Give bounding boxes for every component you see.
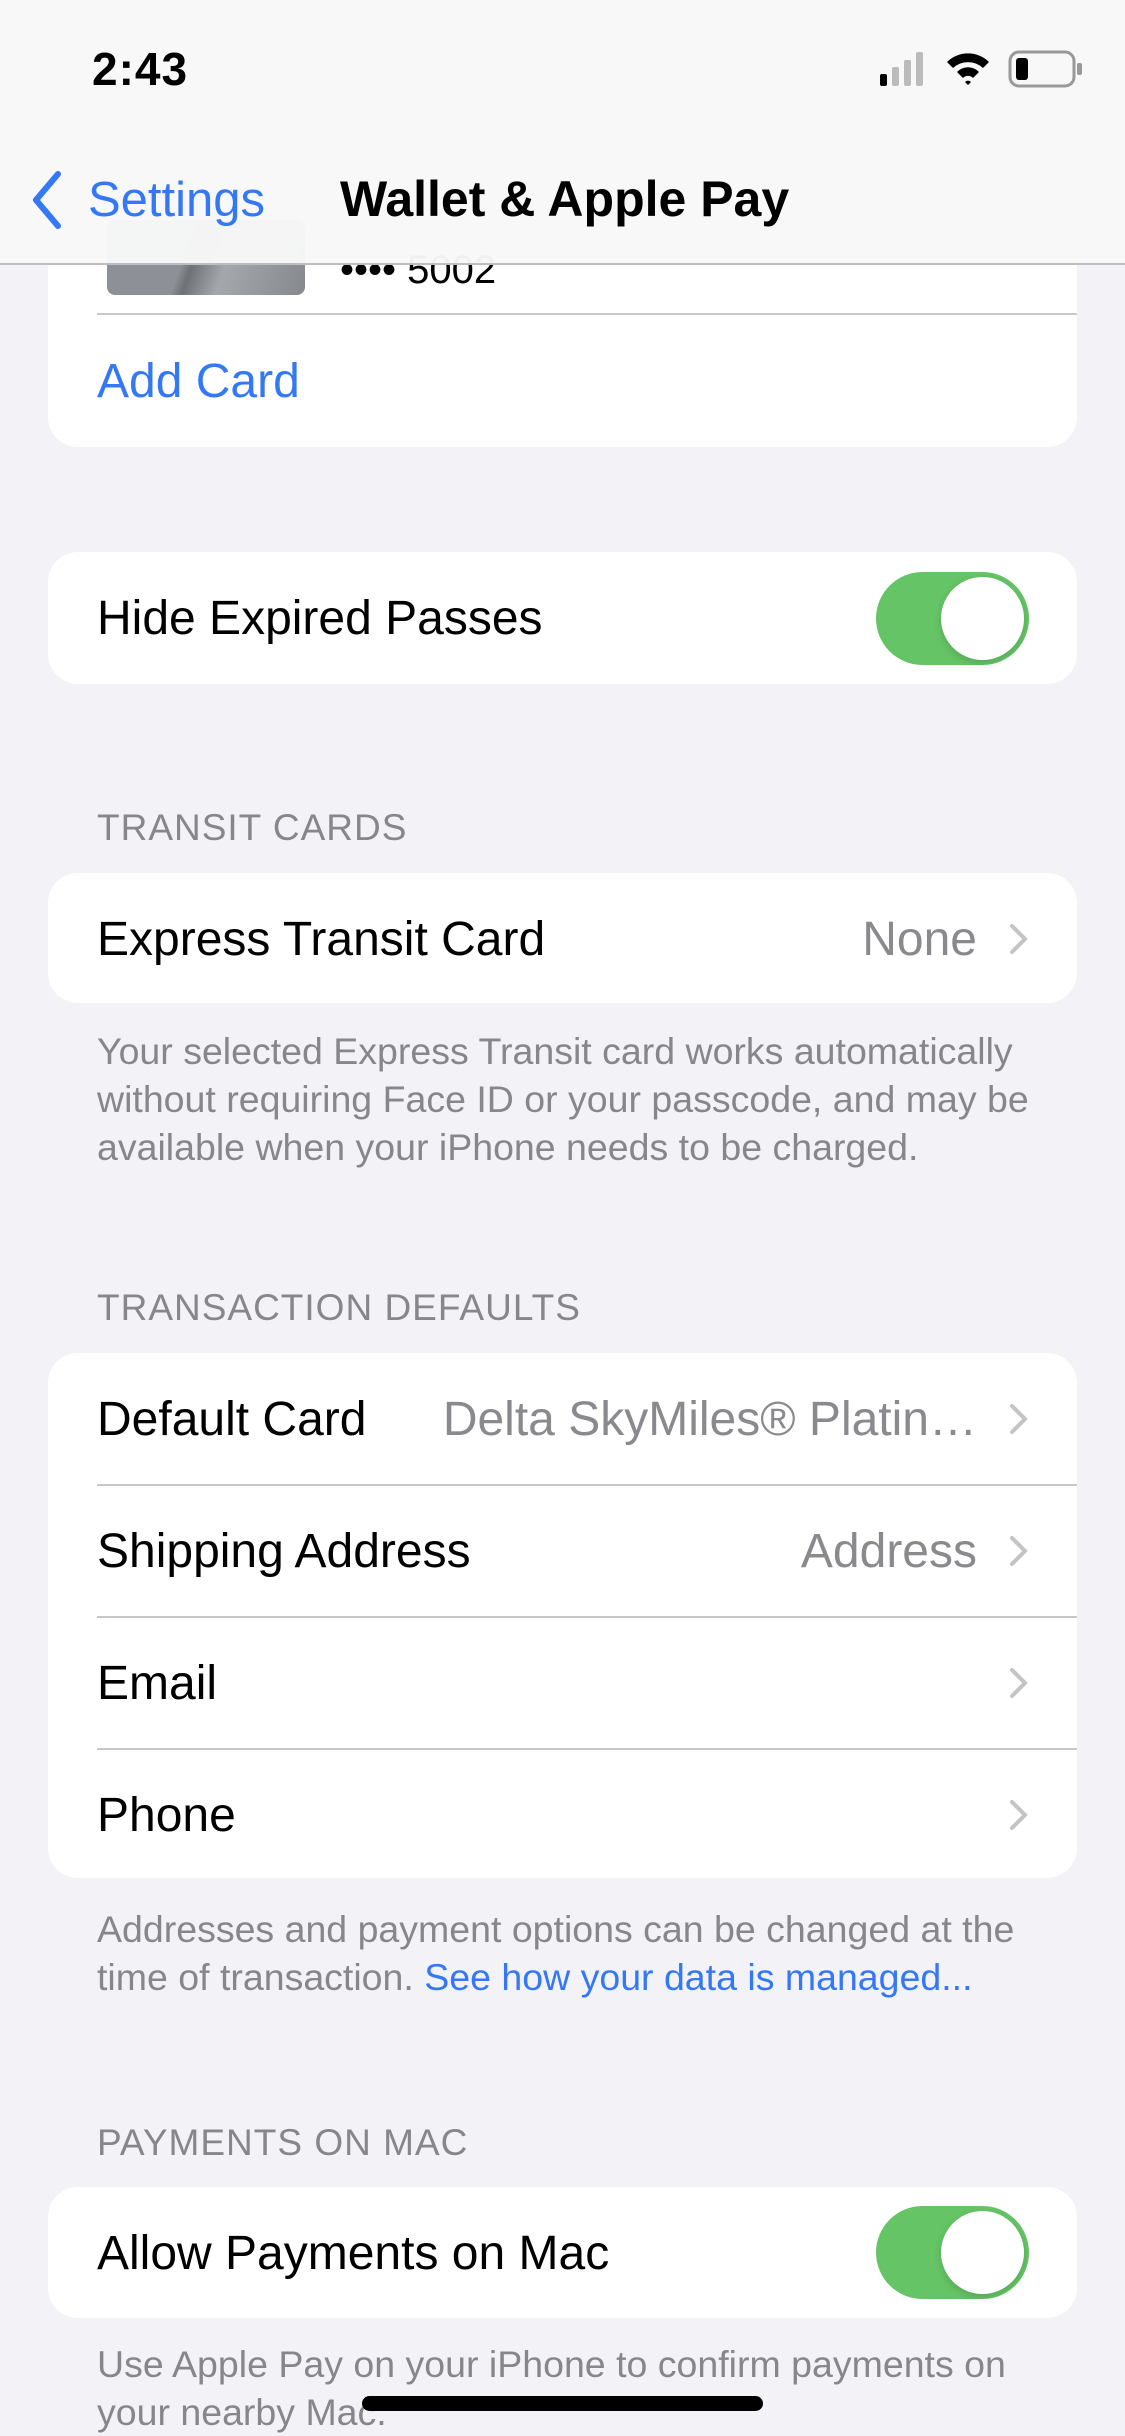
express-transit-row[interactable]: Express Transit Card None <box>48 873 1077 1003</box>
row-label: Default Card <box>97 1392 367 1446</box>
toggle-knob <box>941 577 1024 660</box>
battery-icon <box>1008 50 1082 88</box>
transaction-footer: Addresses and payment options can be cha… <box>97 1905 1057 2001</box>
cellular-signal-icon <box>880 52 923 86</box>
row-label: Shipping Address <box>97 1524 471 1578</box>
back-label: Settings <box>88 173 266 227</box>
row-value: Delta SkyMiles® Platin… <box>442 1392 977 1446</box>
transit-header: TRANSIT CARDS <box>97 807 408 848</box>
page-title: Wallet & Apple Pay <box>340 171 790 227</box>
toggle-knob <box>941 2211 1024 2294</box>
transit-group: Express Transit Card None <box>48 873 1077 1003</box>
wifi-icon <box>947 53 989 85</box>
hide-expired-toggle[interactable] <box>876 572 1029 665</box>
phone-row[interactable]: Phone <box>48 1749 1077 1878</box>
mac-footer: Use Apple Pay on your iPhone to confirm … <box>97 2343 1006 2433</box>
transit-footer: Your selected Express Transit card works… <box>97 1030 1029 1168</box>
navigation-bar: 2:43 Settings Wallet & Apple Pay <box>0 0 1125 265</box>
chevron-right-icon <box>1010 1800 1028 1830</box>
passes-group: Hide Expired Passes <box>48 552 1077 684</box>
hide-expired-label: Hide Expired Passes <box>97 591 543 645</box>
row-label: Email <box>97 1656 218 1710</box>
shipping-address-row[interactable]: Shipping Address Address <box>48 1485 1077 1617</box>
transaction-group: Default Card Delta SkyMiles® Platin… Shi… <box>48 1353 1077 1878</box>
mac-header: PAYMENTS ON MAC <box>97 2122 469 2163</box>
chevron-left-icon <box>33 171 61 229</box>
default-card-row[interactable]: Default Card Delta SkyMiles® Platin… <box>48 1353 1077 1485</box>
express-transit-label: Express Transit Card <box>97 912 546 966</box>
status-time: 2:43 <box>92 43 189 95</box>
chevron-right-icon <box>1010 1536 1028 1566</box>
allow-payments-label: Allow Payments on Mac <box>97 2226 610 2280</box>
add-card-button[interactable]: Add Card <box>48 315 1077 447</box>
allow-payments-row: Allow Payments on Mac <box>48 2187 1077 2318</box>
home-indicator[interactable] <box>362 2396 763 2411</box>
hide-expired-row: Hide Expired Passes <box>48 552 1077 684</box>
transaction-header: TRANSACTION DEFAULTS <box>97 1287 581 1328</box>
row-value: Address <box>800 1524 977 1578</box>
email-row[interactable]: Email <box>48 1617 1077 1749</box>
row-label: Phone <box>97 1788 236 1842</box>
chevron-right-icon <box>1010 1404 1028 1434</box>
back-button[interactable]: Settings <box>26 170 265 230</box>
allow-payments-toggle[interactable] <box>876 2206 1029 2299</box>
express-transit-value: None <box>862 912 977 966</box>
chevron-right-icon <box>1010 1668 1028 1698</box>
data-management-link[interactable]: See how your data is managed... <box>424 1956 972 1998</box>
chevron-right-icon <box>1010 924 1028 954</box>
mac-group: Allow Payments on Mac <box>48 2187 1077 2318</box>
